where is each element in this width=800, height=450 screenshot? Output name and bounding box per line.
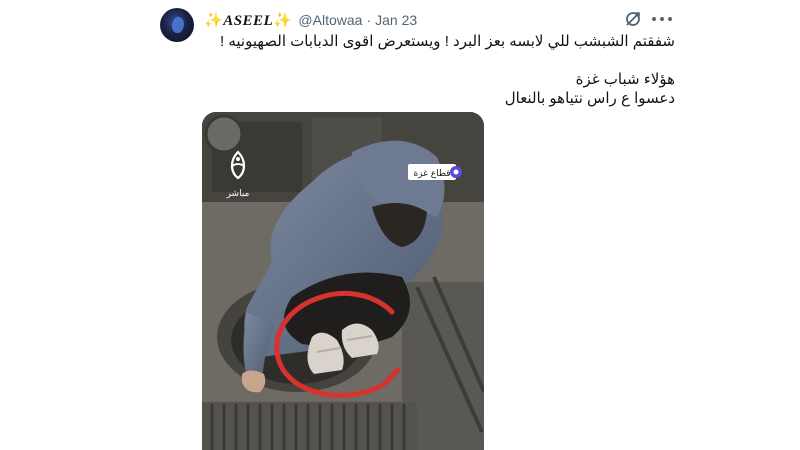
watermark-text: مباشر [226,189,250,199]
tweet-text-line: شفقتم الشبشب للي لابسه بعز البرد ! ويستع… [220,33,675,50]
tweet-header: ✨ASEEL✨ @Altowaa · Jan 23 [204,10,417,30]
sparkle-emoji: ✨ [204,12,224,29]
user-handle[interactable]: @Altowaa [298,12,362,28]
more-dots-icon[interactable] [652,10,672,28]
tweet-text-line: هؤلاء شباب غزة [575,71,675,88]
header-actions [624,10,672,28]
tweet: ✨ASEEL✨ @Altowaa · Jan 23 شفقتم الشبشب ل… [0,0,800,450]
video-frame-illustration: مباشر قطاع غزة [202,112,484,450]
display-name-text: ASEEL [223,12,274,29]
avatar[interactable] [160,8,194,42]
tweet-text-line [205,51,675,70]
tweet-date[interactable]: Jan 23 [375,12,417,28]
tweet-text-line: دعسوا ع راس نتياهو بالنعال [504,90,675,107]
sparkle-emoji: ✨ [273,12,293,29]
tweet-media-video[interactable]: مباشر قطاع غزة [202,112,484,450]
tweet-text: شفقتم الشبشب للي لابسه بعز البرد ! ويستع… [205,32,675,108]
header-separator: · [366,12,372,28]
display-name[interactable]: ✨ASEEL✨ [204,11,292,30]
location-badge-text: قطاع غزة [413,169,450,179]
grok-icon[interactable] [624,10,642,28]
